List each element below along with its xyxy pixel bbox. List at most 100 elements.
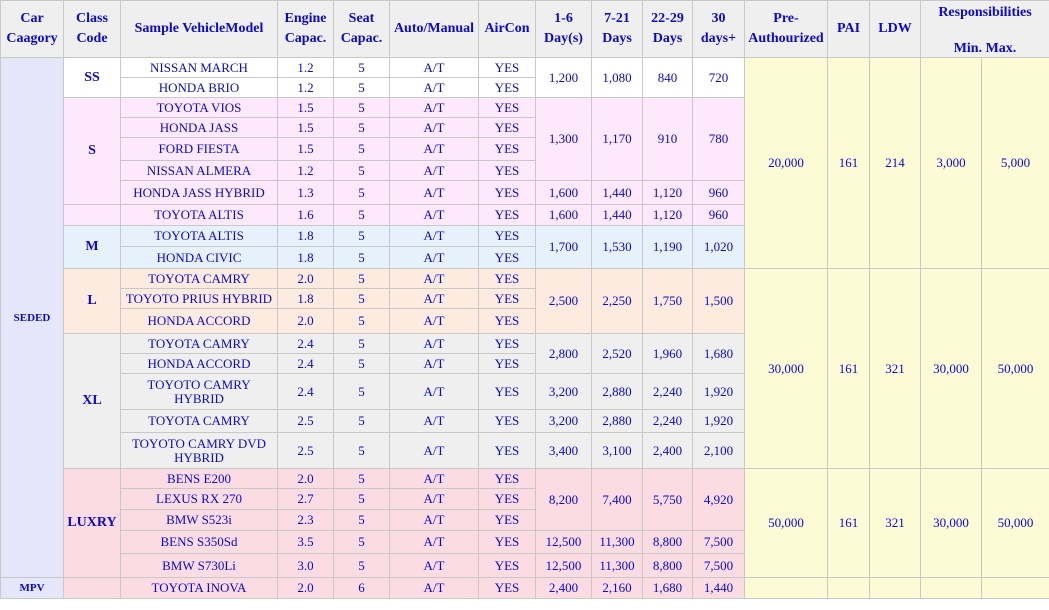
transmission-cell: A/T	[389, 308, 479, 334]
header-22-29-days: 22-29 Days	[642, 0, 693, 58]
aircon-cell: YES	[478, 373, 536, 410]
class-luxury: LUXRY	[63, 468, 121, 578]
model-cell: TOYOTA CAMRY	[120, 333, 278, 354]
seat-cell: 5	[333, 553, 390, 578]
model-cell: BENS E200	[120, 468, 278, 489]
pai-cell: 161	[827, 468, 870, 578]
engine-cell: 1.8	[277, 288, 334, 309]
engine-cell: 1.2	[277, 57, 334, 78]
rate-30: 720	[692, 57, 745, 98]
aircon-cell: YES	[478, 509, 536, 531]
engine-cell: 1.6	[277, 204, 334, 226]
rate-30: 1,680	[692, 333, 745, 374]
rate-22-29: 8,800	[642, 530, 693, 554]
rate-7-21: 1,080	[591, 57, 643, 98]
header-aircon: AirCon	[478, 0, 536, 58]
engine-cell: 2.4	[277, 373, 334, 410]
class-ss: SS	[63, 57, 121, 98]
rate-1-6: 2,800	[535, 333, 592, 374]
seat-cell: 5	[333, 160, 390, 181]
transmission-cell: A/T	[389, 246, 479, 269]
model-cell: TOYOTA VIOS	[120, 97, 278, 118]
rate-22-29: 1,960	[642, 333, 693, 374]
engine-cell: 1.2	[277, 160, 334, 181]
rate-30: 1,920	[692, 373, 745, 410]
transmission-cell: A/T	[389, 97, 479, 118]
rate-7-21: 3,100	[591, 432, 643, 469]
rate-22-29: 1,120	[642, 180, 693, 205]
seat-cell: 5	[333, 180, 390, 205]
preauth-cell: 30,000	[744, 268, 828, 469]
transmission-cell: A/T	[389, 333, 479, 354]
rate-7-21: 11,300	[591, 553, 643, 578]
model-cell: NISSAN ALMERA	[120, 160, 278, 181]
engine-cell: 2.5	[277, 432, 334, 469]
aircon-cell: YES	[478, 353, 536, 374]
seat-cell: 5	[333, 204, 390, 226]
model-cell: HONDA ACCORD	[120, 353, 278, 374]
rate-1-6: 3,400	[535, 432, 592, 469]
rate-1-6: 2,400	[535, 577, 592, 599]
class-empty	[63, 204, 121, 226]
resp-max-cell: 50,000	[981, 268, 1049, 469]
rate-1-6: 1,600	[535, 204, 592, 226]
seat-cell: 5	[333, 57, 390, 78]
rate-22-29: 840	[642, 57, 693, 98]
header-responsibilities: Responsibilities Min. Max.	[920, 0, 1049, 58]
rate-7-21: 1,530	[591, 225, 643, 269]
resp-min-cell	[920, 577, 982, 599]
aircon-cell: YES	[478, 204, 536, 226]
rate-7-21: 1,440	[591, 204, 643, 226]
transmission-cell: A/T	[389, 468, 479, 489]
engine-cell: 2.0	[277, 268, 334, 289]
transmission-cell: A/T	[389, 553, 479, 578]
seat-cell: 5	[333, 468, 390, 489]
model-cell: TOYOTA ALTIS	[120, 225, 278, 247]
pai-cell: 161	[827, 57, 870, 269]
aircon-cell: YES	[478, 268, 536, 289]
transmission-cell: A/T	[389, 509, 479, 531]
model-cell: HONDA CIVIC	[120, 246, 278, 269]
seat-cell: 5	[333, 409, 390, 433]
engine-cell: 1.5	[277, 137, 334, 161]
transmission-cell: A/T	[389, 225, 479, 247]
rental-rates-table: Car Caagory Class Code Sample VehicleMod…	[0, 0, 1049, 599]
engine-cell: 1.8	[277, 225, 334, 247]
seat-cell: 5	[333, 246, 390, 269]
seat-cell: 5	[333, 225, 390, 247]
transmission-cell: A/T	[389, 204, 479, 226]
engine-cell: 1.8	[277, 246, 334, 269]
model-cell: BENS S350Sd	[120, 530, 278, 554]
transmission-cell: A/T	[389, 268, 479, 289]
seat-cell: 5	[333, 488, 390, 510]
rate-22-29: 1,190	[642, 225, 693, 269]
model-cell: FORD FIESTA	[120, 137, 278, 161]
aircon-cell: YES	[478, 432, 536, 469]
rate-30: 1,020	[692, 225, 745, 269]
rate-1-6: 1,600	[535, 180, 592, 205]
transmission-cell: A/T	[389, 117, 479, 138]
engine-cell: 2.0	[277, 468, 334, 489]
model-cell: BMW S523i	[120, 509, 278, 531]
rate-1-6: 3,200	[535, 409, 592, 433]
header-ldw: LDW	[869, 0, 921, 58]
aircon-cell: YES	[478, 530, 536, 554]
transmission-cell: A/T	[389, 530, 479, 554]
aircon-cell: YES	[478, 288, 536, 309]
engine-cell: 1.3	[277, 180, 334, 205]
header-car-category: Car Caagory	[0, 0, 64, 58]
resp-max-cell: 5,000	[981, 57, 1049, 269]
aircon-cell: YES	[478, 488, 536, 510]
transmission-cell: A/T	[389, 180, 479, 205]
model-cell: BMW S730Li	[120, 553, 278, 578]
class-s: S	[63, 97, 121, 205]
preauth-cell: 50,000	[744, 468, 828, 578]
model-cell: TOYOTA INOVA	[120, 577, 278, 599]
transmission-cell: A/T	[389, 288, 479, 309]
resp-max-cell	[981, 577, 1049, 599]
transmission-cell: A/T	[389, 373, 479, 410]
seat-cell: 5	[333, 333, 390, 354]
model-cell: TOYOTO CAMRY HYBRID	[120, 373, 278, 410]
transmission-cell: A/T	[389, 57, 479, 78]
table-row: LUXRY BENS E200 2.0 5 A/T YES 8,200 7,40…	[1, 468, 1049, 578]
